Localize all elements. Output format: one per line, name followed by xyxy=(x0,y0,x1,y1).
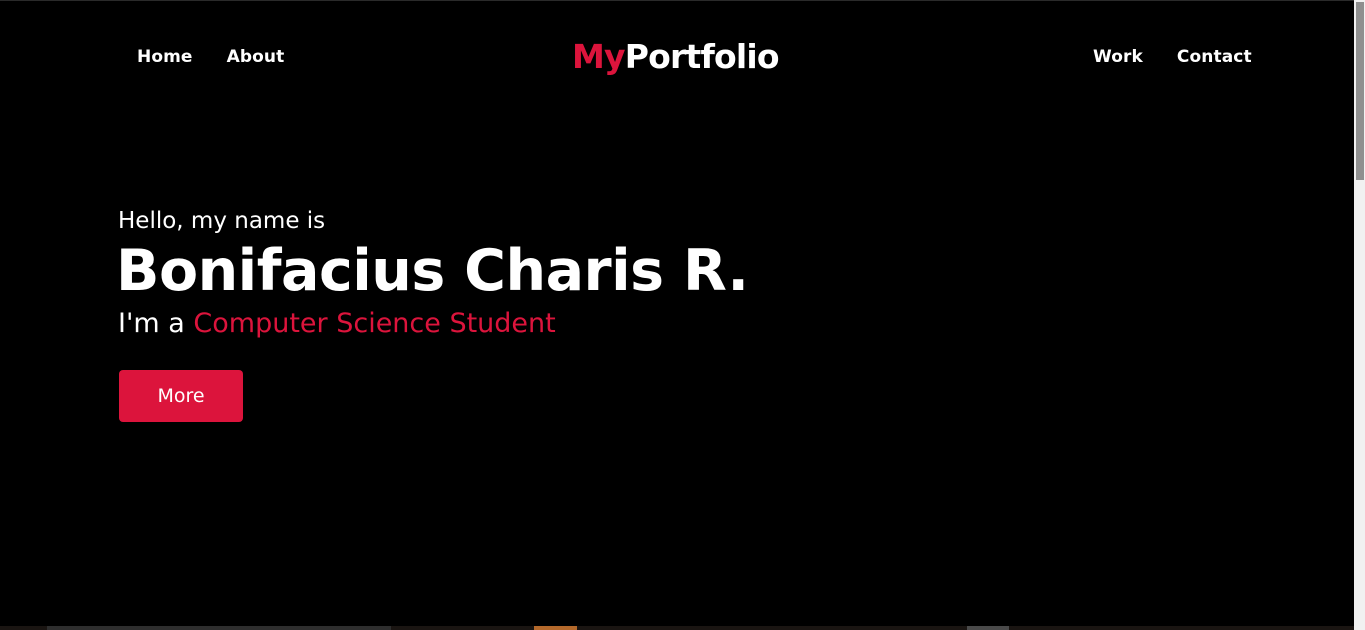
nav-right-group: Work Contact xyxy=(1093,47,1252,67)
hero-role-line: I'm a Computer Science Student xyxy=(118,306,818,342)
hero-role-text: Computer Science Student xyxy=(193,308,556,339)
next-section-image-3 xyxy=(967,626,1009,630)
nav-link-about[interactable]: About xyxy=(227,47,285,67)
hero-role-prefix: I'm a xyxy=(118,308,194,339)
navbar: Home About MyPortfolio Work Contact xyxy=(0,1,1354,116)
next-section-image-1 xyxy=(47,626,391,630)
more-button[interactable]: More xyxy=(119,370,243,422)
hero-greeting: Hello, my name is xyxy=(118,208,326,234)
hero-name: Bonifacius Charis R. xyxy=(116,238,749,304)
next-section-image-2 xyxy=(534,626,577,630)
nav-link-home[interactable]: Home xyxy=(137,47,193,67)
scrollbar-thumb[interactable] xyxy=(1356,2,1364,180)
nav-left-group: Home About xyxy=(137,47,284,67)
nav-link-work[interactable]: Work xyxy=(1093,47,1143,67)
logo-main-text: Portfolio xyxy=(624,37,780,76)
hero-section: Hello, my name is Bonifacius Charis R. I… xyxy=(116,206,818,422)
logo-accent-text: My xyxy=(572,37,626,76)
nav-link-contact[interactable]: Contact xyxy=(1177,47,1252,67)
site-logo[interactable]: MyPortfolio xyxy=(572,37,780,76)
page: Home About MyPortfolio Work Contact Hell… xyxy=(0,0,1354,630)
